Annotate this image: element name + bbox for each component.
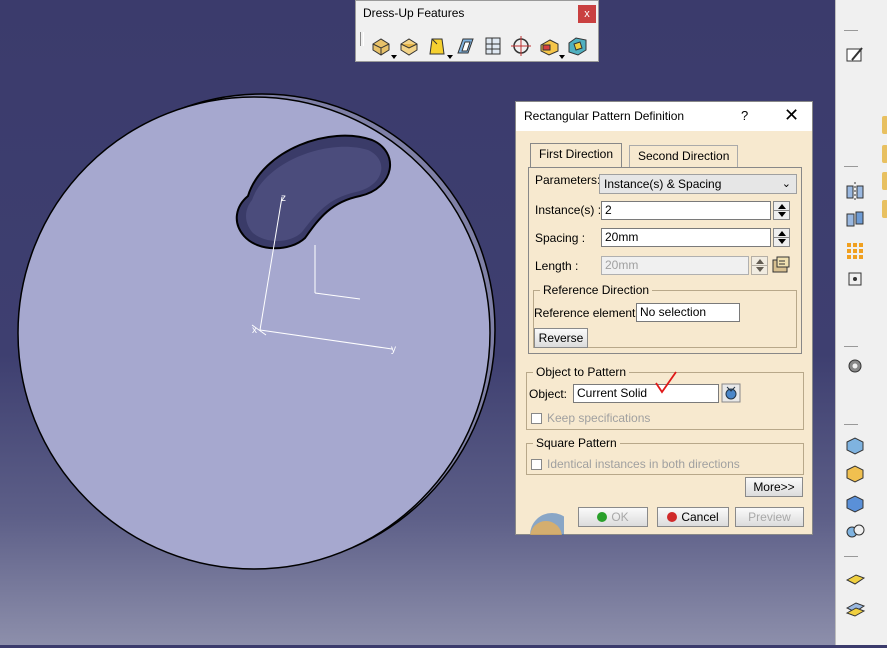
gear-icon[interactable]: [844, 355, 866, 377]
object-select-icon[interactable]: [721, 383, 741, 403]
thickness-icon[interactable]: [482, 35, 504, 57]
parameters-value: Instance(s) & Spacing: [604, 177, 722, 191]
parameters-select[interactable]: Instance(s) & Spacing ⌄: [599, 174, 797, 194]
boolean-intersect-icon[interactable]: [844, 492, 866, 514]
dialog-close-button[interactable]: ✕: [784, 105, 799, 125]
remove-face-icon[interactable]: [538, 35, 565, 59]
split-icon[interactable]: [844, 596, 866, 618]
draft-icon[interactable]: [426, 35, 453, 59]
ok-icon: [597, 512, 608, 522]
tab-second-direction[interactable]: Second Direction: [629, 145, 739, 168]
ok-button[interactable]: OK: [578, 507, 648, 527]
dialog-titlebar[interactable]: Rectangular Pattern Definition ? ✕: [516, 102, 812, 131]
cancel-label: Cancel: [681, 510, 719, 524]
rectangular-pattern-icon[interactable]: [844, 240, 866, 262]
keep-specifications-label: Keep specifications: [547, 411, 651, 425]
preview-button[interactable]: Preview: [735, 507, 804, 527]
first-direction-panel: Parameters: Instance(s) & Spacing ⌄ Inst…: [528, 167, 802, 354]
reference-direction-group: Reference Direction Reference element: N…: [533, 283, 797, 348]
object-label: Object:: [529, 387, 568, 401]
reference-element-label: Reference element:: [534, 306, 639, 320]
translation-icon[interactable]: [844, 208, 866, 230]
axis-z-label: z: [281, 193, 286, 204]
chamfer-icon[interactable]: [398, 35, 420, 57]
replace-face-icon[interactable]: [566, 35, 588, 57]
fillet-icon[interactable]: [370, 35, 397, 59]
mirror-icon[interactable]: [844, 180, 866, 202]
right-toolbar: [835, 0, 887, 645]
union-trim-icon[interactable]: [844, 520, 866, 542]
dialog-title: Rectangular Pattern Definition: [524, 109, 685, 123]
square-pattern-legend: Square Pattern: [533, 436, 620, 450]
identical-instances-checkbox[interactable]: [531, 459, 542, 470]
length-field: 20mm: [601, 256, 749, 275]
chevron-down-icon: ⌄: [781, 178, 791, 190]
shell-icon[interactable]: [454, 35, 476, 57]
object-field[interactable]: Current Solid: [573, 384, 719, 403]
instances-label: Instance(s) :: [535, 203, 602, 217]
keep-specifications-checkbox[interactable]: [531, 413, 542, 424]
cancel-icon: [667, 512, 678, 522]
toolbar-close-button[interactable]: x: [578, 5, 596, 23]
boolean-add-icon[interactable]: [844, 434, 866, 456]
scaling-icon[interactable]: [844, 268, 866, 290]
toolbar-grip[interactable]: [360, 32, 364, 46]
more-button[interactable]: More>>: [745, 477, 803, 497]
check-annotation: [655, 371, 677, 394]
surface-icon[interactable]: [844, 566, 866, 588]
toolbar-title: Dress-Up Features: [363, 6, 465, 20]
object-to-pattern-legend: Object to Pattern: [533, 365, 630, 379]
spacing-spinner[interactable]: [773, 228, 790, 247]
spacing-field[interactable]: 20mm: [601, 228, 771, 247]
boolean-remove-icon[interactable]: [844, 462, 866, 484]
reference-direction-legend: Reference Direction: [540, 283, 653, 297]
thread-icon[interactable]: [510, 35, 532, 57]
instances-spinner[interactable]: [773, 201, 790, 220]
identical-instances-label: Identical instances in both directions: [547, 457, 740, 471]
spacing-label: Spacing :: [535, 231, 586, 245]
axis-y-label: y: [391, 344, 396, 355]
help-button[interactable]: ?: [741, 108, 748, 123]
ok-label: OK: [611, 510, 629, 524]
instances-field[interactable]: 2: [601, 201, 771, 220]
dress-up-toolbar[interactable]: Dress-Up Features x: [355, 0, 599, 62]
length-label: Length :: [535, 259, 579, 273]
logo-swirl: [530, 513, 564, 535]
tab-first-direction[interactable]: First Direction: [530, 143, 623, 168]
sketch-icon[interactable]: [844, 44, 866, 66]
length-spinner: [751, 256, 768, 275]
reference-element-field[interactable]: No selection: [636, 303, 740, 322]
cancel-button[interactable]: Cancel: [657, 507, 729, 527]
square-pattern-group: Square Pattern Identical instances in bo…: [526, 436, 804, 475]
axis-x-label: x: [252, 325, 257, 336]
measure-icon[interactable]: [771, 255, 791, 275]
rectangular-pattern-dialog: Rectangular Pattern Definition ? ✕ First…: [515, 101, 813, 535]
reverse-button[interactable]: Reverse: [534, 328, 588, 348]
parameters-label: Parameters:: [535, 173, 601, 187]
